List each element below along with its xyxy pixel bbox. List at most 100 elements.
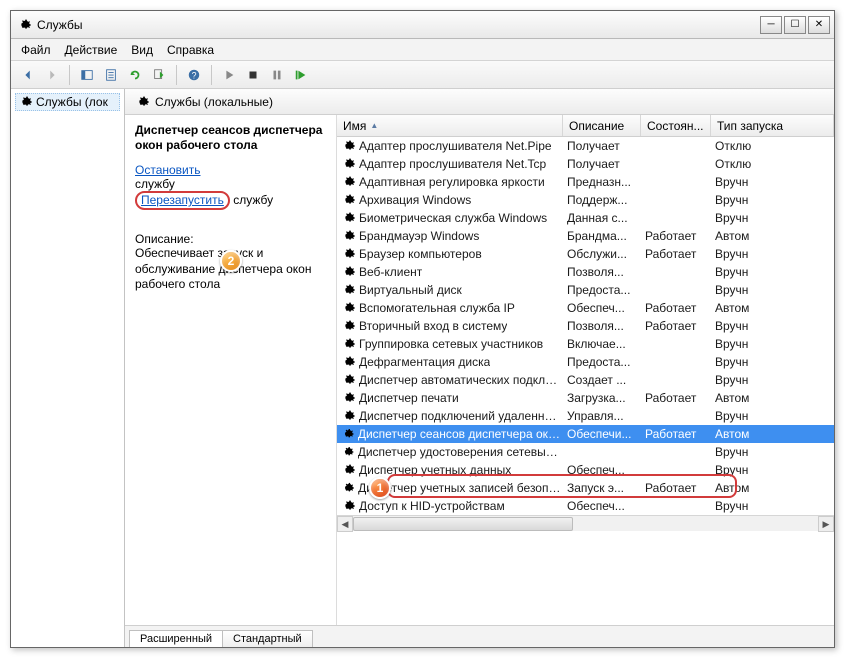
table-row[interactable]: Диспетчер учетных записей безопасн...Зап… xyxy=(337,479,834,497)
cell-description: Загрузка... xyxy=(563,391,641,405)
table-row[interactable]: Вспомогательная служба IPОбеспеч...Работ… xyxy=(337,299,834,317)
cell-description: Управля... xyxy=(563,409,641,423)
close-button[interactable]: ✕ xyxy=(808,16,830,34)
tree-item-services[interactable]: Службы (лок xyxy=(15,93,120,111)
cell-startup: Автом xyxy=(711,391,834,405)
col-header-description[interactable]: Описание xyxy=(563,115,641,136)
cell-name: Архивация Windows xyxy=(359,193,471,207)
menu-action[interactable]: Действие xyxy=(65,43,118,57)
menu-file[interactable]: Файл xyxy=(21,43,51,57)
view-tabs: Расширенный Стандартный xyxy=(125,625,834,647)
cell-description: Включае... xyxy=(563,337,641,351)
tree-item-label: Службы (лок xyxy=(36,95,108,109)
table-row[interactable]: Адаптер прослушивателя Net.PipeПолучаетО… xyxy=(337,137,834,155)
table-row[interactable]: Биометрическая служба WindowsДанная с...… xyxy=(337,209,834,227)
services-window: Службы ─ ☐ ✕ Файл Действие Вид Справка ? xyxy=(10,10,835,648)
menu-view[interactable]: Вид xyxy=(131,43,153,57)
cell-description: Обслужи... xyxy=(563,247,641,261)
table-row[interactable]: Адаптивная регулировка яркостиПредназн..… xyxy=(337,173,834,191)
svg-text:?: ? xyxy=(192,70,197,80)
stop-service-button[interactable] xyxy=(242,64,264,86)
refresh-button[interactable] xyxy=(124,64,146,86)
scroll-thumb[interactable] xyxy=(353,517,573,531)
selected-service-name: Диспетчер сеансов диспетчера окон рабоче… xyxy=(135,123,326,153)
gear-icon xyxy=(341,373,355,387)
help-button[interactable]: ? xyxy=(183,64,205,86)
cell-startup: Автом xyxy=(711,229,834,243)
cell-state: Работает xyxy=(641,391,711,405)
tab-extended[interactable]: Расширенный xyxy=(129,630,223,647)
show-hide-tree-button[interactable] xyxy=(76,64,98,86)
restart-service-button[interactable] xyxy=(290,64,312,86)
cell-name: Адаптер прослушивателя Net.Tcp xyxy=(359,157,546,171)
list-header[interactable]: Имя▲ Описание Состоян... Тип запуска xyxy=(337,115,834,137)
properties-button[interactable] xyxy=(100,64,122,86)
list-rows[interactable]: Адаптер прослушивателя Net.PipeПолучаетО… xyxy=(337,137,834,515)
maximize-button[interactable]: ☐ xyxy=(784,16,806,34)
titlebar[interactable]: Службы ─ ☐ ✕ xyxy=(11,11,834,39)
cell-startup: Отклю xyxy=(711,157,834,171)
menubar: Файл Действие Вид Справка xyxy=(11,39,834,61)
menu-help[interactable]: Справка xyxy=(167,43,214,57)
pause-service-button[interactable] xyxy=(266,64,288,86)
table-row[interactable]: Группировка сетевых участниковВключае...… xyxy=(337,335,834,353)
minimize-button[interactable]: ─ xyxy=(760,16,782,34)
toolbar: ? xyxy=(11,61,834,89)
cell-startup: Вручн xyxy=(711,337,834,351)
col-header-state[interactable]: Состоян... xyxy=(641,115,711,136)
scroll-left-button[interactable]: ◀ xyxy=(337,516,353,532)
gear-icon xyxy=(341,337,355,351)
gear-icon xyxy=(341,211,355,225)
gear-icon xyxy=(341,391,355,405)
cell-startup: Отклю xyxy=(711,139,834,153)
cell-name: Вторичный вход в систему xyxy=(359,319,507,333)
description-label: Описание: xyxy=(135,232,326,246)
table-row[interactable]: Брандмауэр WindowsБрандма...РаботаетАвто… xyxy=(337,227,834,245)
cell-startup: Вручн xyxy=(711,193,834,207)
table-row[interactable]: Браузер компьютеровОбслужи...РаботаетВру… xyxy=(337,245,834,263)
table-row[interactable]: Диспетчер автоматических подклю...Создае… xyxy=(337,371,834,389)
cell-state: Работает xyxy=(641,319,711,333)
col-header-startup[interactable]: Тип запуска xyxy=(711,115,834,136)
col-header-name[interactable]: Имя▲ xyxy=(337,115,563,136)
stop-service-link[interactable]: Остановить xyxy=(135,163,326,177)
table-row[interactable]: Виртуальный дискПредоста...Вручн xyxy=(337,281,834,299)
navigation-tree[interactable]: Службы (лок xyxy=(11,89,125,647)
back-button[interactable] xyxy=(17,64,39,86)
cell-state: Работает xyxy=(641,427,711,441)
table-row[interactable]: Диспетчер сеансов диспетчера окон р...Об… xyxy=(337,425,834,443)
cell-description: Получает xyxy=(563,139,641,153)
start-service-button[interactable] xyxy=(218,64,240,86)
table-row[interactable]: Адаптер прослушивателя Net.TcpПолучаетОт… xyxy=(337,155,834,173)
cell-description: Обеспеч... xyxy=(563,499,641,513)
gear-icon xyxy=(341,157,355,171)
export-list-button[interactable] xyxy=(148,64,170,86)
table-row[interactable]: Доступ к HID-устройствамОбеспеч...Вручн xyxy=(337,497,834,515)
gear-icon xyxy=(341,499,355,513)
cell-startup: Вручн xyxy=(711,265,834,279)
cell-name: Диспетчер удостоверения сетевых уча... xyxy=(358,445,563,459)
annotation-marker-1: 1 xyxy=(369,477,391,499)
gear-icon xyxy=(341,409,355,423)
cell-startup: Вручн xyxy=(711,355,834,369)
tab-standard[interactable]: Стандартный xyxy=(222,630,313,647)
cell-description: Позволя... xyxy=(563,265,641,279)
table-row[interactable]: Дефрагментация дискаПредоста...Вручн xyxy=(337,353,834,371)
table-row[interactable]: Диспетчер печатиЗагрузка...РаботаетАвтом xyxy=(337,389,834,407)
table-row[interactable]: Архивация WindowsПоддерж...Вручн xyxy=(337,191,834,209)
table-row[interactable]: Вторичный вход в системуПозволя...Работа… xyxy=(337,317,834,335)
table-row[interactable]: Диспетчер удостоверения сетевых уча...Вр… xyxy=(337,443,834,461)
restart-service-link[interactable]: Перезапустить xyxy=(141,193,224,207)
table-row[interactable]: Веб-клиентПозволя...Вручн xyxy=(337,263,834,281)
scroll-right-button[interactable]: ▶ xyxy=(818,516,834,532)
table-row[interactable]: Диспетчер учетных данныхОбеспеч...Вручн xyxy=(337,461,834,479)
cell-startup: Вручн xyxy=(711,409,834,423)
horizontal-scrollbar[interactable]: ◀ ▶ xyxy=(337,515,834,531)
cell-description: Предоста... xyxy=(563,283,641,297)
forward-button[interactable] xyxy=(41,64,63,86)
cell-state: Работает xyxy=(641,301,711,315)
cell-name: Доступ к HID-устройствам xyxy=(359,499,505,513)
cell-name: Диспетчер учетных данных xyxy=(359,463,511,477)
table-row[interactable]: Диспетчер подключений удаленног...Управл… xyxy=(337,407,834,425)
cell-description: Запуск э... xyxy=(563,481,641,495)
